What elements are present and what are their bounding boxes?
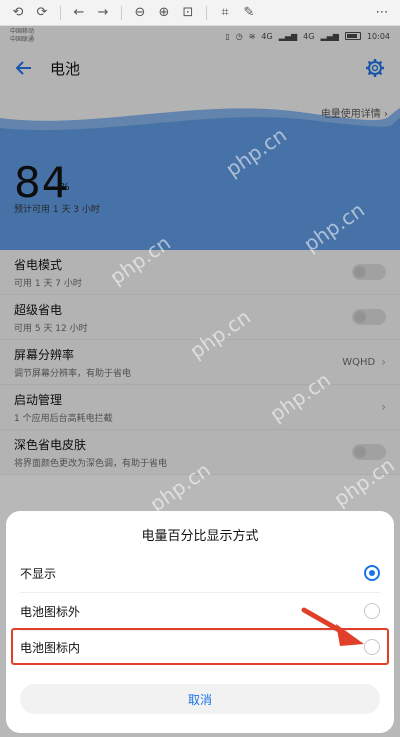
magic-icon[interactable]: ✎ xyxy=(237,1,261,25)
crop-icon[interactable]: ⌗ xyxy=(213,1,237,25)
rotate-right-icon[interactable]: ⟳ xyxy=(30,1,54,25)
radio-selected-icon[interactable] xyxy=(364,565,380,581)
image-viewer-toolbar: ⟲ ⟳ ← → ⊖ ⊕ ⊡ ⌗ ✎ ⋯ xyxy=(0,0,400,26)
toolbar-divider xyxy=(121,5,122,20)
annotation-arrow-icon xyxy=(301,607,364,646)
cancel-button[interactable]: 取消 xyxy=(20,684,380,714)
fit-icon[interactable]: ⊡ xyxy=(176,1,200,25)
toolbar-divider xyxy=(60,5,61,20)
dialog-title: 电量百分比显示方式 xyxy=(141,529,259,544)
rotate-left-icon[interactable]: ⟲ xyxy=(6,1,30,25)
zoom-out-icon[interactable]: ⊖ xyxy=(128,1,152,25)
zoom-in-icon[interactable]: ⊕ xyxy=(152,1,176,25)
option-hidden[interactable]: 不显示 xyxy=(6,554,394,592)
option-label: 不显示 xyxy=(20,566,57,581)
forward-icon[interactable]: → xyxy=(91,1,115,25)
toolbar-divider xyxy=(206,5,207,20)
back-icon[interactable]: ← xyxy=(67,1,91,25)
more-icon[interactable]: ⋯ xyxy=(370,1,394,25)
